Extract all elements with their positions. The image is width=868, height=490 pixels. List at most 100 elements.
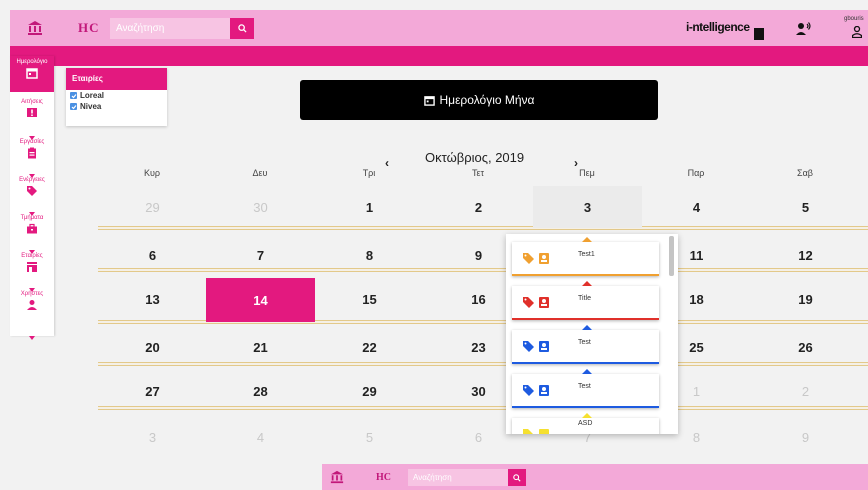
search-input[interactable]: [408, 469, 508, 486]
event-arrow: [582, 325, 592, 330]
tags-icon: [523, 429, 533, 434]
sidebar-item-companies[interactable]: Εταιρίες: [10, 250, 54, 286]
calendar-day[interactable]: 26: [751, 326, 860, 368]
calendar-day[interactable]: 22: [315, 326, 424, 368]
calendar-day[interactable]: 30: [206, 186, 315, 228]
checkbox-checked-icon[interactable]: [70, 103, 77, 110]
top-bar: HC i-ntelligence gbouris: [10, 10, 868, 46]
event-title: ASD: [578, 420, 593, 427]
sidebar-item-departments[interactable]: Τμήματα: [10, 212, 54, 248]
bank-icon[interactable]: [330, 470, 344, 484]
calendar-day[interactable]: 20: [98, 326, 207, 368]
company-label: Nivea: [80, 102, 102, 111]
popup-scrollbar[interactable]: [669, 236, 674, 276]
event-arrow: [582, 413, 592, 418]
event-card[interactable]: Test: [512, 325, 659, 364]
brand-mark: [754, 28, 764, 40]
calendar-day[interactable]: 28: [206, 370, 315, 412]
company-label: Loreal: [80, 91, 105, 100]
sidebar-item-label: Χρήστες: [20, 291, 44, 297]
calendar-day[interactable]: 6: [98, 234, 207, 276]
calendar-day[interactable]: 13: [98, 278, 207, 320]
calendar-day-selected[interactable]: 3: [533, 186, 642, 228]
event-title: Test: [578, 339, 591, 346]
weekday-header: Σαβ: [797, 168, 813, 178]
calendar-day[interactable]: 27: [98, 370, 207, 412]
calendar-title: Ημερολόγιο Μήνα: [439, 93, 535, 107]
tag-icon: [27, 186, 37, 196]
sidebar-item-calendar[interactable]: Ημερολόγιο: [10, 56, 54, 92]
calendar-day[interactable]: 1: [315, 186, 424, 228]
calendar-day[interactable]: 12: [751, 234, 860, 276]
contact-icon: [539, 385, 549, 396]
search-icon: [237, 24, 247, 33]
calendar-day[interactable]: 21: [206, 326, 315, 368]
event-arrow: [582, 281, 592, 286]
calendar-day[interactable]: 2: [751, 370, 860, 412]
event-icons: [522, 340, 552, 354]
calendar-day-today[interactable]: 14: [206, 278, 315, 322]
event-arrow: [582, 369, 592, 374]
calendar-day[interactable]: 4: [642, 186, 751, 228]
event-card[interactable]: Test1: [512, 237, 659, 276]
brand-logo: i-ntelligence: [686, 20, 750, 34]
company-checkbox-nivea[interactable]: Nivea: [66, 101, 167, 112]
sidebar-item-users[interactable]: Χρήστες: [10, 288, 54, 324]
sidebar-item-actions[interactable]: Ενέργειες: [10, 174, 54, 210]
sidebar-item-requests[interactable]: Αιτήσεις: [10, 96, 54, 132]
tags-icon: [523, 385, 534, 396]
tags-icon: [523, 341, 534, 352]
calendar-day[interactable]: 3: [98, 416, 207, 458]
event-color-bar: [512, 362, 659, 364]
calendar-day[interactable]: 5: [315, 416, 424, 458]
calendar-day[interactable]: 29: [98, 186, 207, 228]
contact-icon: [539, 297, 549, 308]
tags-icon: [523, 297, 534, 308]
calendar-day[interactable]: 29: [315, 370, 424, 412]
weekday-header: Κυρ: [143, 168, 161, 178]
voice-button[interactable]: [794, 20, 812, 38]
weekday-header: Πεμ: [579, 168, 595, 178]
day-events-popup[interactable]: Test1 Title Test Test ASD: [506, 234, 678, 434]
event-title: Title: [578, 295, 591, 302]
user-menu-button[interactable]: gbouris: [844, 16, 868, 42]
home-button[interactable]: [10, 10, 60, 46]
event-icons: [522, 252, 552, 266]
sidebar: Ημερολόγιο Αιτήσεις Εργασίες Ενέργειες Τ…: [10, 56, 54, 340]
person-icon: [27, 300, 37, 310]
sidebar-item-label: Ενέργειες: [19, 177, 45, 183]
calendar-day[interactable]: 2: [424, 186, 533, 228]
chevron-down-icon[interactable]: [29, 336, 35, 340]
event-color-bar: [512, 318, 659, 320]
sidebar-item-label: Ημερολόγιο: [16, 59, 48, 65]
calendar-day[interactable]: 9: [751, 416, 860, 458]
briefcase-icon: [27, 223, 37, 234]
event-card[interactable]: ASD: [512, 413, 659, 434]
calendar-day[interactable]: 5: [751, 186, 860, 228]
company-filter-title: Εταιρίες: [66, 68, 167, 90]
event-card[interactable]: Title: [512, 281, 659, 320]
calendar-day[interactable]: 15: [315, 278, 424, 320]
search-icon: [513, 473, 521, 482]
sidebar-item-tasks[interactable]: Εργασίες: [10, 136, 54, 172]
sidebar-item-label: Τμήματα: [20, 215, 44, 221]
calendar-day[interactable]: 8: [315, 234, 424, 276]
company-checkbox-loreal[interactable]: Loreal: [66, 90, 167, 101]
calendar-day[interactable]: 7: [206, 234, 315, 276]
app-logo[interactable]: HC: [376, 472, 391, 483]
calendar-icon: [26, 68, 38, 79]
event-card[interactable]: Test: [512, 369, 659, 408]
calendar-day[interactable]: 19: [751, 278, 860, 320]
voice-icon: [796, 22, 811, 35]
event-icons: [522, 384, 552, 398]
store-icon: [27, 262, 37, 272]
search-input[interactable]: [110, 18, 230, 39]
calendar-day[interactable]: 4: [206, 416, 315, 458]
tags-icon: [523, 253, 534, 264]
calendar-title-bar: Ημερολόγιο Μήνα: [300, 80, 658, 120]
search-button[interactable]: [508, 469, 526, 486]
app-logo[interactable]: HC: [78, 20, 100, 36]
checkbox-checked-icon[interactable]: [70, 92, 77, 99]
search-button[interactable]: [230, 18, 254, 39]
weekday-header: Παρ: [687, 168, 705, 178]
